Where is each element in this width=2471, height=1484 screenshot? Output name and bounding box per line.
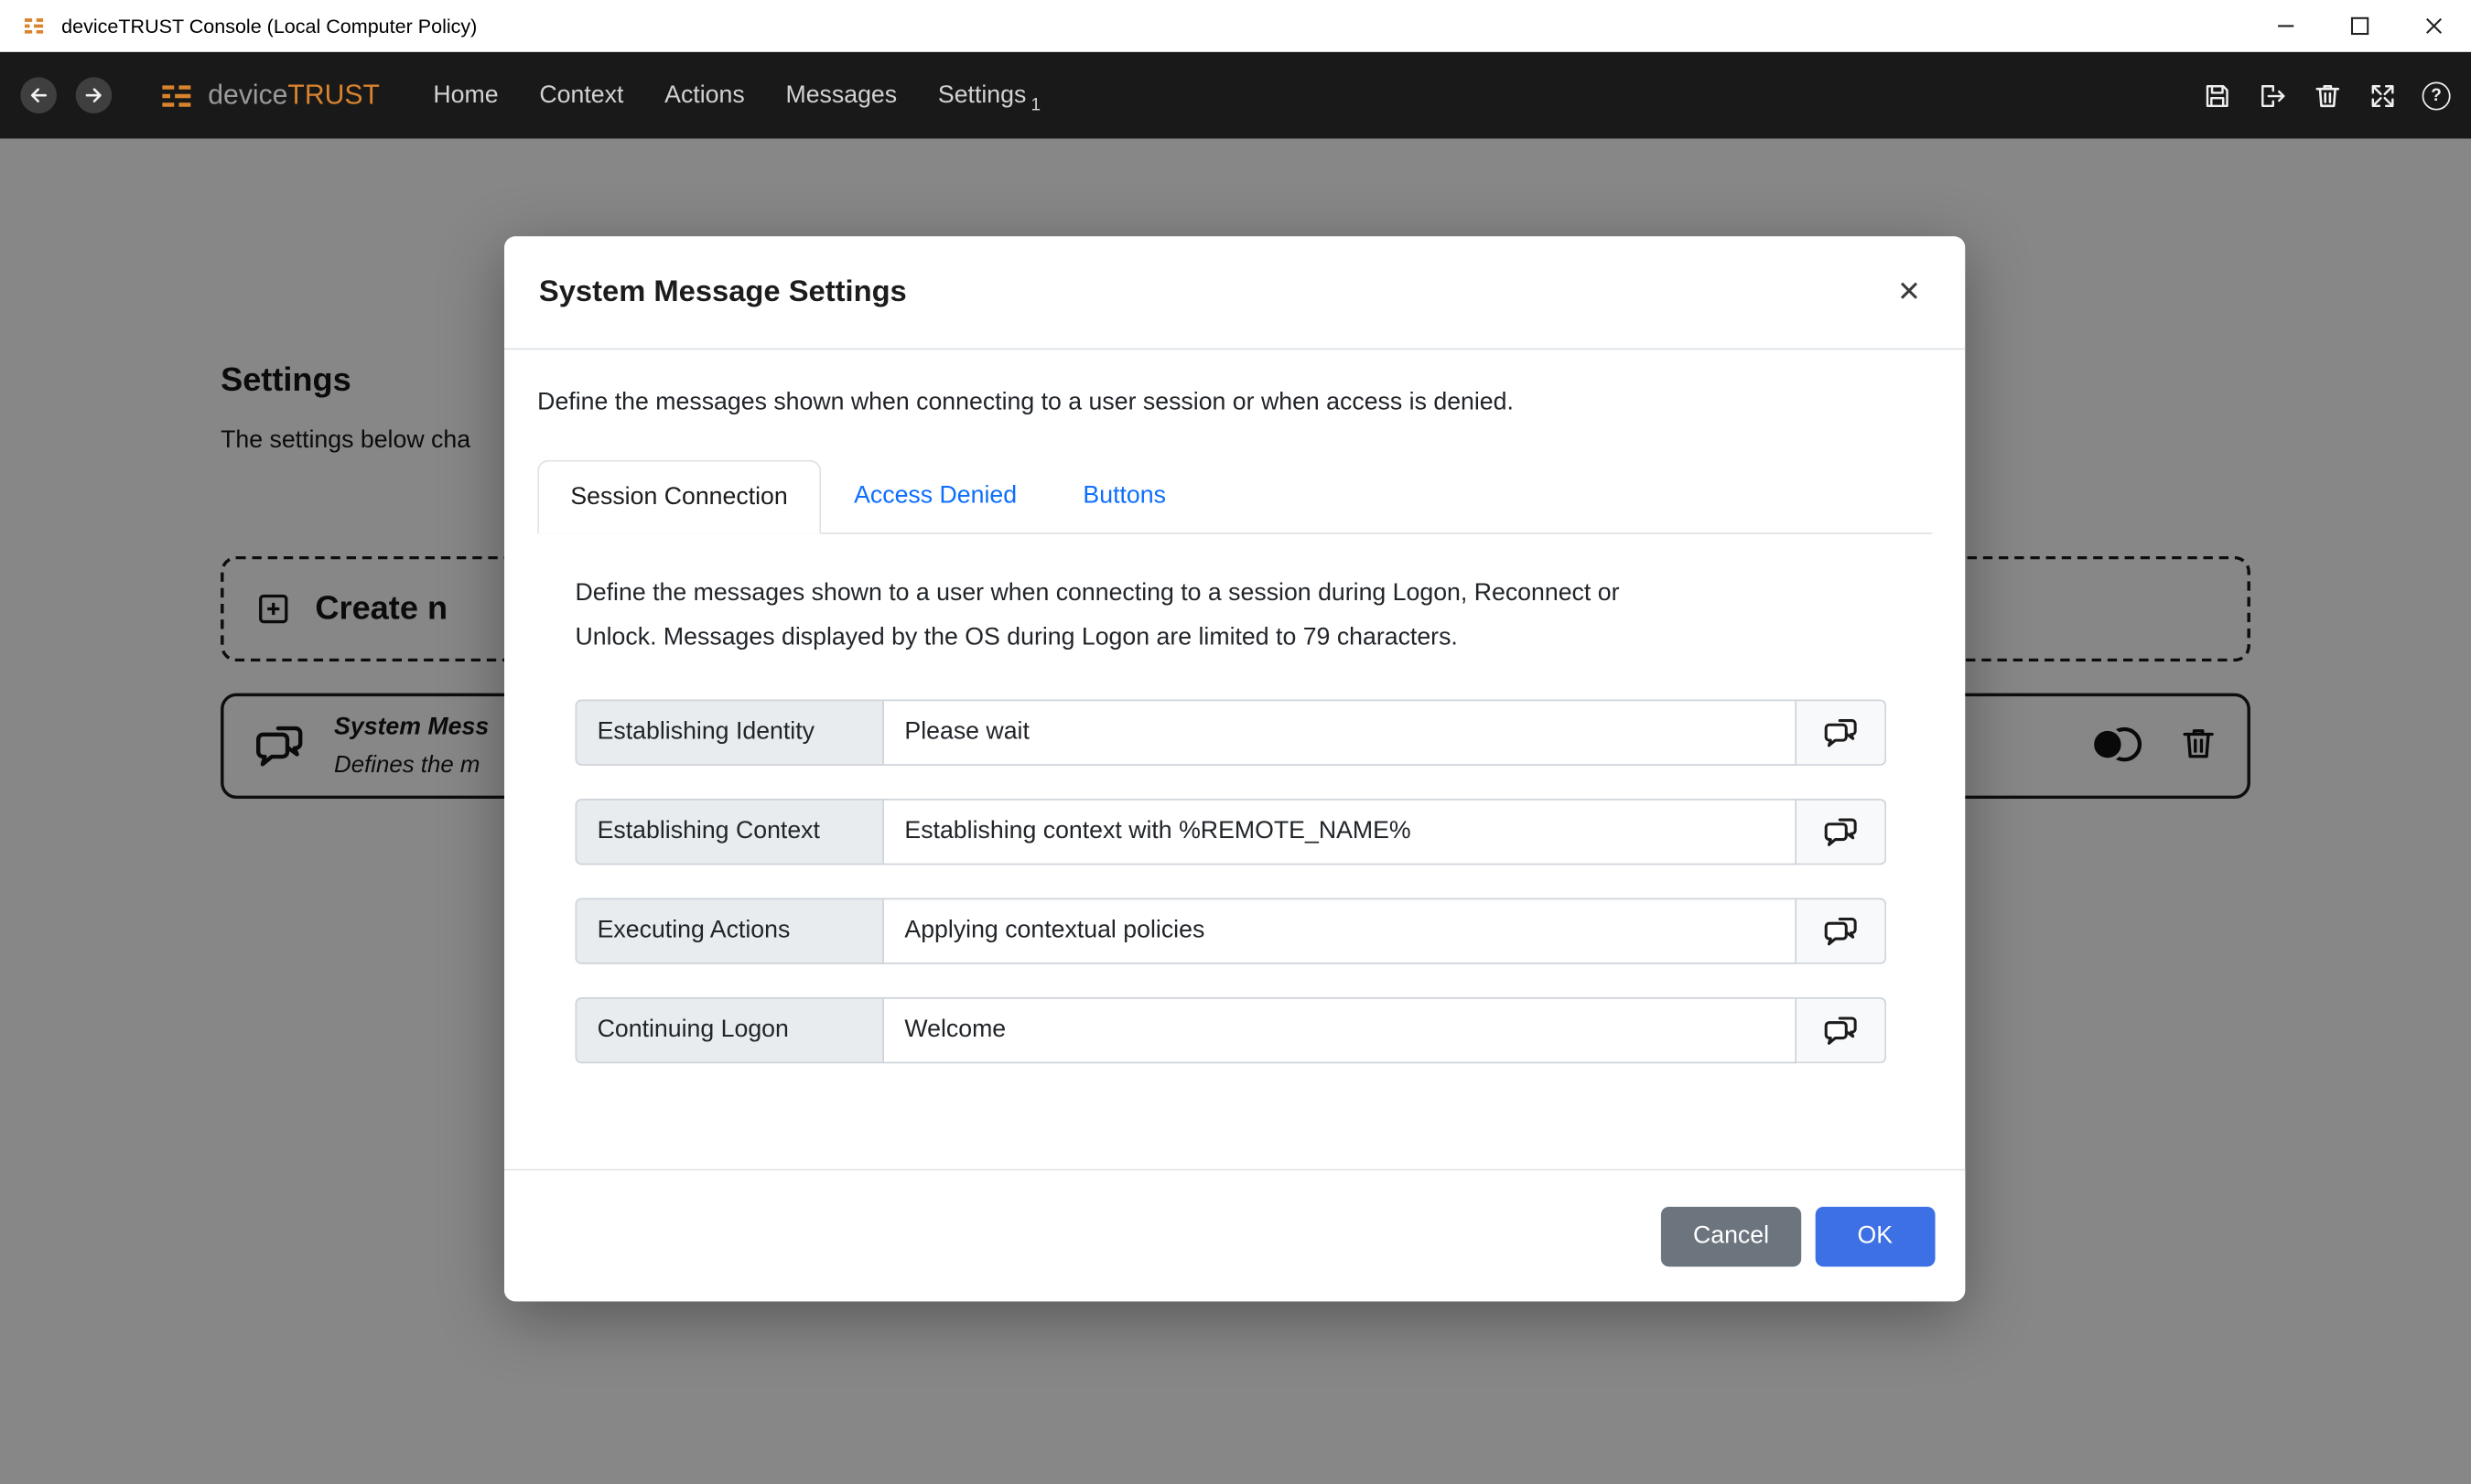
message-row-label: Continuing Logon	[576, 997, 885, 1063]
establishing-context-input[interactable]	[884, 799, 1797, 865]
continuing-logon-message-button[interactable]	[1797, 997, 1886, 1063]
delete-button[interactable]	[2312, 80, 2343, 111]
continuing-logon-input[interactable]	[884, 997, 1797, 1063]
nav-item-settings-label: Settings	[938, 81, 1026, 108]
message-row: Continuing Logon	[576, 997, 1887, 1063]
brand-trust-text: TRUST	[287, 79, 379, 112]
trash-icon	[2312, 80, 2343, 111]
back-button[interactable]	[20, 77, 57, 113]
brand: deviceTRUST	[156, 75, 379, 116]
window-controls	[2249, 0, 2471, 52]
maximize-button[interactable]	[2323, 0, 2397, 52]
forward-arrow-icon	[82, 83, 106, 107]
tab-buttons[interactable]: Buttons	[1050, 460, 1199, 532]
close-window-button[interactable]	[2397, 0, 2471, 52]
nav-item-actions[interactable]: Actions	[664, 81, 745, 110]
export-button[interactable]	[2257, 80, 2288, 111]
close-icon: ✕	[1897, 275, 1921, 306]
modal-title: System Message Settings	[539, 274, 907, 309]
chat-bubbles-icon	[1821, 911, 1861, 951]
cancel-button[interactable]: Cancel	[1662, 1206, 1801, 1265]
executing-actions-input[interactable]	[884, 898, 1797, 964]
maximize-icon	[2349, 16, 2369, 36]
message-row-label: Executing Actions	[576, 898, 885, 964]
export-icon	[2257, 80, 2288, 111]
main-navbar: deviceTRUST Home Context Actions Message…	[0, 52, 2471, 139]
message-row-label: Establishing Context	[576, 799, 885, 865]
save-button[interactable]	[2202, 80, 2233, 111]
chat-bubbles-icon	[1821, 812, 1861, 852]
modal-close-button[interactable]: ✕	[1888, 269, 1931, 315]
modal-description: Define the messages shown when connectin…	[537, 389, 1932, 417]
nav-item-messages[interactable]: Messages	[785, 81, 897, 110]
chat-bubbles-icon	[1821, 713, 1861, 752]
panel-description: Define the messages shown to a user when…	[576, 572, 1933, 660]
minimize-button[interactable]	[2249, 0, 2323, 52]
session-connection-panel: Define the messages shown to a user when…	[537, 534, 1932, 1064]
establishing-identity-message-button[interactable]	[1797, 700, 1886, 766]
message-row: Executing Actions	[576, 898, 1887, 964]
help-glyph: ?	[2431, 86, 2442, 105]
panel-description-line2: Unlock. Messages displayed by the OS dur…	[576, 616, 1933, 660]
minimize-icon	[2275, 16, 2295, 36]
message-row: Establishing Context	[576, 799, 1887, 865]
panel-description-line1: Define the messages shown to a user when…	[576, 572, 1933, 616]
ok-button[interactable]: OK	[1815, 1206, 1936, 1265]
modal-tabs: Session Connection Access Denied Buttons	[537, 460, 1932, 534]
nav-item-home[interactable]: Home	[433, 81, 498, 110]
nav-menu: Home Context Actions Messages Settings1	[433, 81, 1041, 110]
help-icon: ?	[2422, 81, 2451, 110]
fullscreen-button[interactable]	[2367, 80, 2398, 111]
message-row-label: Establishing Identity	[576, 700, 885, 766]
modal-footer: Cancel OK	[504, 1169, 1965, 1302]
close-icon	[2423, 16, 2444, 36]
establishing-identity-input[interactable]	[884, 700, 1797, 766]
devicetrust-logo-icon	[156, 75, 197, 116]
tab-session-connection[interactable]: Session Connection	[537, 460, 821, 534]
establishing-context-message-button[interactable]	[1797, 799, 1886, 865]
settings-changes-badge: 1	[1031, 95, 1041, 114]
help-button[interactable]: ?	[2422, 81, 2451, 110]
chat-bubbles-icon	[1821, 1011, 1861, 1050]
forward-button[interactable]	[76, 77, 113, 113]
save-icon	[2202, 80, 2233, 111]
brand-device-text: device	[208, 79, 287, 112]
system-message-settings-dialog: System Message Settings ✕ Define the mes…	[504, 236, 1965, 1301]
back-arrow-icon	[27, 83, 50, 107]
modal-body: Define the messages shown when connectin…	[504, 349, 1965, 1063]
executing-actions-message-button[interactable]	[1797, 898, 1886, 964]
modal-header: System Message Settings ✕	[504, 236, 1965, 349]
tab-access-denied[interactable]: Access Denied	[821, 460, 1050, 532]
nav-actions: ?	[2202, 80, 2451, 111]
nav-item-context[interactable]: Context	[539, 81, 623, 110]
app-window: deviceTRUST Console (Local Computer Poli…	[0, 0, 2471, 1484]
message-rows: Establishing Identity Establishing Conte…	[576, 700, 1887, 1064]
titlebar: deviceTRUST Console (Local Computer Poli…	[0, 0, 2471, 52]
nav-item-settings[interactable]: Settings1	[938, 81, 1041, 110]
window-title: deviceTRUST Console (Local Computer Poli…	[61, 15, 477, 37]
fullscreen-icon	[2367, 80, 2398, 111]
app-icon	[20, 13, 47, 39]
message-row: Establishing Identity	[576, 700, 1887, 766]
